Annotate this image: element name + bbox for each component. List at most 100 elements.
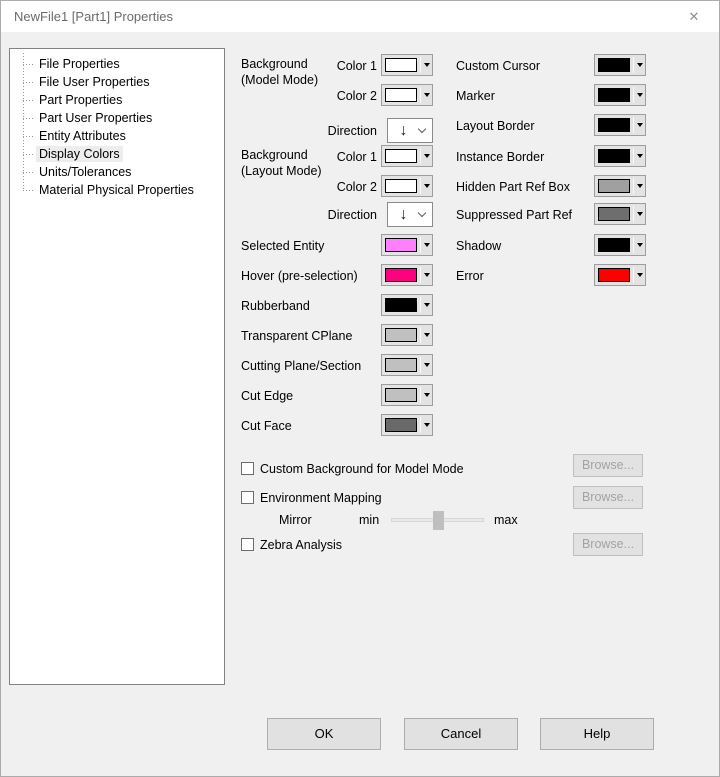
dropdown-caret-icon: [636, 123, 643, 127]
tree-item-material-physical-properties[interactable]: Material Physical Properties: [10, 181, 224, 199]
tree-item-file-properties[interactable]: File Properties: [10, 55, 224, 73]
tree-stub: [23, 64, 33, 65]
color-picker-error[interactable]: [594, 264, 646, 286]
tree-item-entity-attributes[interactable]: Entity Attributes: [10, 127, 224, 145]
shadow-label: Shadow: [456, 239, 502, 253]
down-arrow-icon: ↓: [399, 205, 408, 223]
tree-stub: [23, 82, 33, 83]
dropdown-caret-icon: [423, 184, 430, 188]
tree-item-units-tolerances[interactable]: Units/Tolerances: [10, 163, 224, 181]
dropdown-caret-icon: [423, 333, 430, 337]
cancel-button[interactable]: Cancel: [404, 718, 518, 750]
marker-label: Marker: [456, 89, 495, 103]
direction-select-layout[interactable]: ↓: [387, 202, 433, 227]
mirror-slider-track[interactable]: [391, 511, 484, 530]
dropdown-caret-icon: [423, 303, 430, 307]
browse-custom-background-button[interactable]: Browse...: [573, 454, 643, 477]
tree-stub: [23, 172, 33, 173]
transparent-cplane-label: Transparent CPlane: [241, 329, 353, 343]
color-picker-layout-border[interactable]: [594, 114, 646, 136]
color-swatch: [385, 179, 417, 193]
mirror-slider-thumb[interactable]: [432, 511, 444, 530]
color-picker-bg-model-color2[interactable]: [381, 84, 433, 106]
tree-item-file-user-properties[interactable]: File User Properties: [10, 73, 224, 91]
hover-label: Hover (pre-selection): [241, 269, 358, 283]
dropdown-caret-icon: [423, 393, 430, 397]
dropdown-caret-icon: [423, 423, 430, 427]
help-button[interactable]: Help: [540, 718, 654, 750]
color-picker-bg-model-color1[interactable]: [381, 54, 433, 76]
color-picker-cutting-plane[interactable]: [381, 354, 433, 376]
environment-mapping-label: Environment Mapping: [260, 491, 382, 505]
color-picker-marker[interactable]: [594, 84, 646, 106]
color-swatch: [598, 88, 630, 102]
color-picker-hidden-part-ref-box[interactable]: [594, 175, 646, 197]
color-swatch: [598, 149, 630, 163]
color-picker-selected-entity[interactable]: [381, 234, 433, 256]
color-swatch: [385, 298, 417, 312]
dropdown-caret-icon: [636, 243, 643, 247]
zebra-analysis-checkbox[interactable]: [241, 538, 254, 551]
selected-entity-label: Selected Entity: [241, 239, 325, 253]
color-swatch: [385, 88, 417, 102]
tree-item-part-user-properties[interactable]: Part User Properties: [10, 109, 224, 127]
cut-face-label: Cut Face: [241, 419, 292, 433]
chevron-down-icon: [417, 208, 427, 218]
dropdown-caret-icon: [423, 243, 430, 247]
color-picker-bg-layout-color1[interactable]: [381, 145, 433, 167]
dropdown-caret-icon: [636, 93, 643, 97]
color-swatch: [598, 207, 630, 221]
color-swatch: [385, 238, 417, 252]
color-swatch: [385, 58, 417, 72]
tree-item-part-properties[interactable]: Part Properties: [10, 91, 224, 109]
tree-stub: [23, 154, 33, 155]
dropdown-caret-icon: [423, 363, 430, 367]
color-picker-shadow[interactable]: [594, 234, 646, 256]
window-title: NewFile1 [Part1] Properties: [14, 9, 173, 24]
color-picker-cut-face[interactable]: [381, 414, 433, 436]
color-picker-rubberband[interactable]: [381, 294, 433, 316]
color-picker-instance-border[interactable]: [594, 145, 646, 167]
color-swatch: [598, 179, 630, 193]
custom-background-checkbox[interactable]: [241, 462, 254, 475]
color-swatch: [385, 418, 417, 432]
browse-environment-mapping-button[interactable]: Browse...: [573, 486, 643, 509]
color-picker-cut-edge[interactable]: [381, 384, 433, 406]
down-arrow-icon: ↓: [399, 121, 408, 139]
suppressed-part-ref-label: Suppressed Part Ref: [456, 208, 573, 222]
dropdown-caret-icon: [423, 63, 430, 67]
cutting-plane-label: Cutting Plane/Section: [241, 359, 362, 373]
color-swatch: [385, 358, 417, 372]
close-button[interactable]: ✕: [681, 6, 707, 28]
dropdown-caret-icon: [636, 154, 643, 158]
bg-layout-color2-label: Color 2: [336, 180, 377, 194]
custom-cursor-label: Custom Cursor: [456, 59, 541, 73]
mirror-min-label: min: [359, 513, 380, 527]
browse-zebra-button[interactable]: Browse...: [573, 533, 643, 556]
direction-select-model[interactable]: ↓: [387, 118, 433, 143]
dropdown-caret-icon: [636, 184, 643, 188]
color-swatch: [385, 388, 417, 402]
tree-item-display-colors[interactable]: Display Colors: [10, 145, 224, 163]
ok-button[interactable]: OK: [267, 718, 381, 750]
color-picker-custom-cursor[interactable]: [594, 54, 646, 76]
color-picker-bg-layout-color2[interactable]: [381, 175, 433, 197]
color-swatch: [598, 118, 630, 132]
bg-layout-direction-label: Direction: [327, 208, 377, 222]
color-picker-hover[interactable]: [381, 264, 433, 286]
color-swatch: [385, 268, 417, 282]
tree-stub: [23, 136, 33, 137]
tree-stub: [23, 118, 33, 119]
dropdown-caret-icon: [636, 212, 643, 216]
color-picker-suppressed-part-ref[interactable]: [594, 203, 646, 225]
color-swatch: [385, 328, 417, 342]
instance-border-label: Instance Border: [456, 150, 545, 164]
bg-model-color1-label: Color 1: [336, 59, 377, 73]
properties-dialog: NewFile1 [Part1] Properties ✕ File Prope…: [0, 0, 720, 777]
tree-stub: [23, 190, 33, 191]
cut-edge-label: Cut Edge: [241, 389, 294, 403]
color-picker-transparent-cplane[interactable]: [381, 324, 433, 346]
dropdown-caret-icon: [636, 63, 643, 67]
bg-model-direction-label: Direction: [327, 124, 377, 138]
environment-mapping-checkbox[interactable]: [241, 491, 254, 504]
